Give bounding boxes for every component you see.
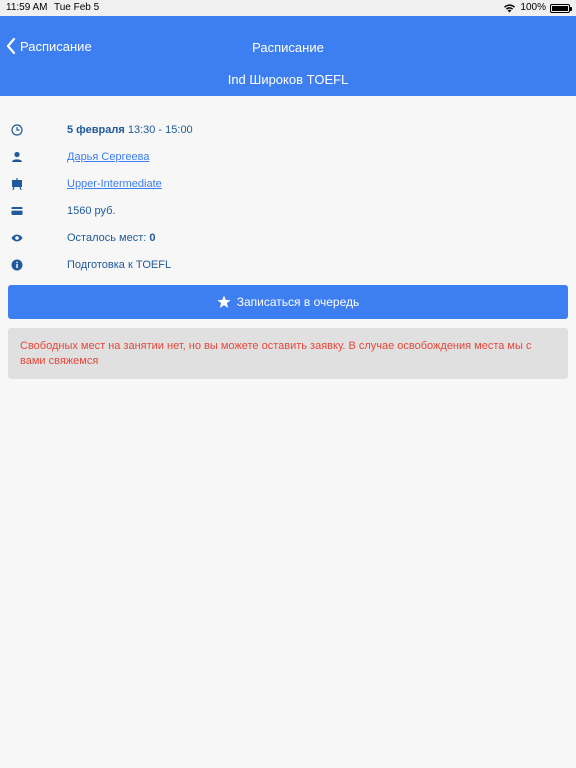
seats-label: Осталось мест: <box>67 231 147 244</box>
clock-icon <box>11 123 23 136</box>
join-queue-label: Записаться в очередь <box>236 295 360 309</box>
battery-percent: 100% <box>520 2 546 13</box>
detail-price: 1560 руб. <box>0 197 576 224</box>
no-seats-alert: Свободных мест на занятии нет, но вы мож… <box>8 328 568 379</box>
battery-icon <box>550 3 572 13</box>
detail-description: Подготовка к TOEFL <box>0 251 576 278</box>
detail-level: Upper-Intermediate <box>0 170 576 197</box>
date-text: 5 февраля <box>67 123 125 136</box>
status-right: 100% <box>503 0 572 16</box>
person-icon <box>11 151 23 163</box>
description-text: Подготовка к TOEFL <box>67 258 172 271</box>
nav-header: Расписание Расписание Ind Широков TOEFL <box>0 16 576 96</box>
wifi-icon <box>504 4 516 13</box>
status-bar: 11:59 AM Tue Feb 5 100% <box>0 0 576 16</box>
detail-teacher: Дарья Сергеева <box>0 143 576 170</box>
status-time: 11:59 AM <box>6 2 48 13</box>
status-date: Tue Feb 5 <box>54 2 100 13</box>
level-icon <box>11 177 23 190</box>
seats-value: 0 <box>149 231 156 244</box>
teacher-link[interactable]: Дарья Сергеева <box>67 151 149 163</box>
info-icon <box>11 259 23 271</box>
level-link[interactable]: Upper-Intermediate <box>67 178 162 190</box>
seats-text: Осталось мест: 0 <box>67 232 156 244</box>
detail-datetime: 5 февраля 13:30 - 15:00 <box>0 116 576 143</box>
datetime-text: 5 февраля 13:30 - 15:00 <box>67 124 193 136</box>
join-queue-button[interactable]: Записаться в очередь <box>8 285 568 319</box>
eye-icon <box>11 232 23 244</box>
battery-fill <box>552 5 568 11</box>
alert-text: Свободных мест на занятии нет, но вы мож… <box>20 340 532 367</box>
star-icon <box>217 295 231 308</box>
detail-seats: Осталось мест: 0 <box>0 224 576 251</box>
price-text: 1560 руб. <box>67 204 116 217</box>
lesson-title: Ind Широков TOEFL <box>227 72 349 87</box>
lesson-details: 5 февраля 13:30 - 15:00 Дарья Сергеева U… <box>0 116 576 278</box>
time-text: 13:30 - 15:00 <box>127 123 193 136</box>
page-title: Расписание <box>252 40 324 55</box>
credit-card-icon <box>11 205 23 217</box>
